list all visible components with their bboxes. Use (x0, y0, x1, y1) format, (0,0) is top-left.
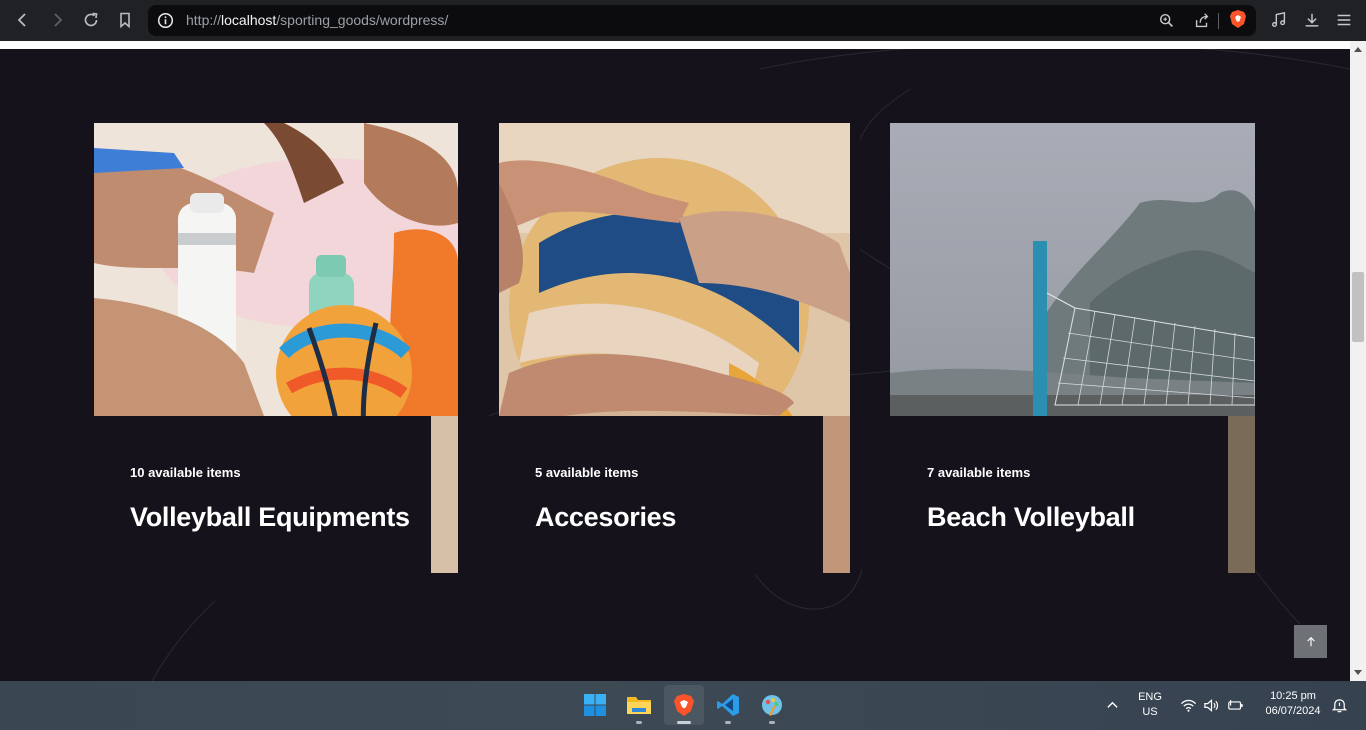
language-line1: ENG (1138, 691, 1162, 703)
category-info-panel: 5 available items Accesories (458, 416, 823, 573)
page-scrollbar[interactable] (1350, 41, 1366, 681)
download-icon[interactable] (1302, 10, 1322, 30)
clock[interactable]: 10:25 pm 06/07/2024 (1258, 689, 1328, 719)
url-text[interactable]: http://localhost/sporting_goods/wordpres… (186, 12, 448, 28)
url-path: /sporting_goods/wordpress/ (276, 12, 449, 28)
category-count: 5 available items (535, 465, 639, 480)
notification-bell-icon[interactable] (1330, 696, 1348, 714)
scroll-thumb[interactable] (1352, 272, 1364, 342)
zoom-icon[interactable] (1157, 11, 1177, 31)
category-count: 7 available items (927, 465, 1031, 480)
header-edge (0, 41, 1350, 49)
running-indicator (725, 721, 731, 724)
running-indicator (769, 721, 775, 724)
category-info-panel: 7 available items Beach Volleyball (890, 416, 1228, 573)
address-bar[interactable]: http://localhost/sporting_goods/wordpres… (148, 5, 1256, 36)
scroll-up-arrow-icon[interactable] (1354, 47, 1362, 52)
brave-browser-icon[interactable] (664, 685, 704, 725)
media-icon[interactable] (1269, 10, 1289, 30)
running-indicator (636, 721, 642, 724)
category-title[interactable]: Beach Volleyball (927, 504, 1217, 531)
arrow-up-icon (1306, 636, 1315, 646)
category-title[interactable]: Accesories (535, 504, 815, 531)
vscode-icon[interactable] (708, 685, 748, 725)
language-indicator[interactable]: ENG US (1130, 690, 1170, 720)
battery-icon[interactable] (1227, 696, 1245, 714)
category-count: 10 available items (130, 465, 241, 480)
scroll-down-arrow-icon[interactable] (1354, 670, 1362, 675)
windows-taskbar: ENG US 10:25 pm 06/07/2024 (0, 681, 1366, 730)
share-icon[interactable] (1192, 11, 1212, 31)
categories-section: 10 available items Volleyball Equipments (0, 49, 1350, 681)
language-line2: US (1142, 706, 1158, 718)
running-indicator (677, 721, 691, 724)
category-info-panel: 10 available items Volleyball Equipments (94, 416, 431, 573)
bookmark-icon[interactable] (113, 8, 137, 32)
site-info-icon[interactable] (157, 12, 174, 29)
brave-shields-icon[interactable] (1229, 9, 1247, 29)
paint-icon[interactable] (752, 685, 792, 725)
menu-icon[interactable] (1334, 10, 1354, 30)
wifi-icon[interactable] (1179, 696, 1197, 714)
windows-start-icon[interactable] (575, 685, 615, 725)
volume-icon[interactable] (1202, 696, 1220, 714)
show-hidden-icons-chevron-icon[interactable] (1103, 696, 1121, 714)
clock-time: 10:25 pm (1270, 690, 1316, 702)
back-icon[interactable] (11, 8, 35, 32)
back-to-top-button[interactable] (1294, 625, 1327, 658)
address-divider (1218, 13, 1219, 29)
category-title[interactable]: Volleyball Equipments (130, 504, 420, 531)
clock-date: 06/07/2024 (1265, 705, 1321, 717)
forward-icon[interactable] (45, 8, 69, 32)
file-explorer-icon[interactable] (619, 685, 659, 725)
url-host: localhost (221, 12, 277, 28)
reload-icon[interactable] (79, 8, 103, 32)
url-prefix: http:// (186, 12, 222, 28)
browser-toolbar: http://localhost/sporting_goods/wordpres… (0, 0, 1366, 41)
